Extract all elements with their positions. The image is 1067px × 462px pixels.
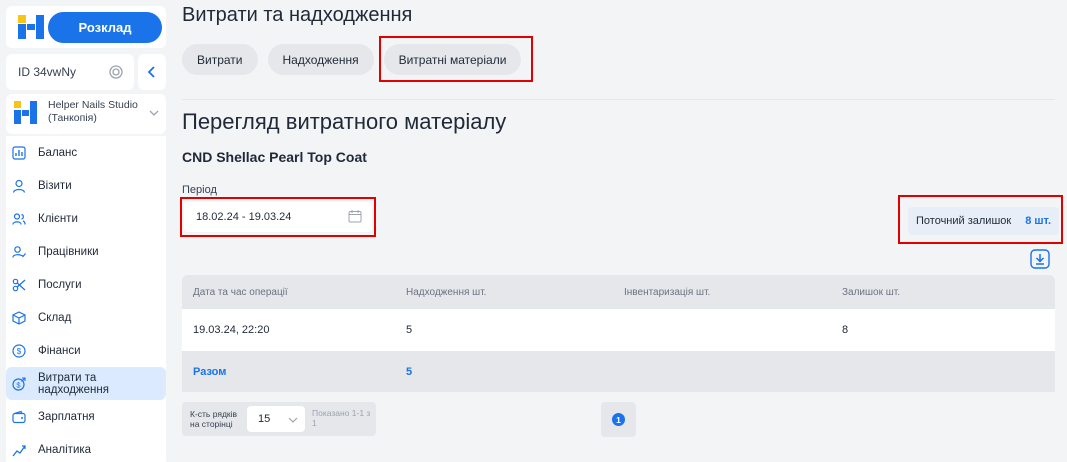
chevron-down-icon (288, 417, 298, 423)
sidebar-item-label: Послуги (38, 278, 82, 291)
sidebar-item-label: Візити (38, 179, 72, 192)
dollar-icon: $ (12, 343, 26, 358)
total-label: Разом (193, 365, 227, 378)
chevron-down-icon (149, 110, 159, 116)
sidebar-item-label: Аналітика (38, 443, 92, 456)
svg-text:$: $ (17, 347, 22, 356)
period-label: Період (182, 184, 217, 196)
sidebar-nav: Баланс Візити Клієнти Працівники Послуги… (6, 136, 166, 462)
sidebar-item-expenses-income[interactable]: $ Витрати та надходження (6, 367, 166, 400)
table-header: Дата та час операції Надходження шт. Інв… (182, 275, 1055, 309)
page-title: Витрати та надходження (182, 4, 413, 26)
page-button-1[interactable]: 1 (601, 402, 636, 437)
box-icon (12, 310, 26, 325)
sidebar-item-visits[interactable]: Візити (6, 169, 166, 202)
studio-name: Helper Nails Studio (Танкопія) (48, 99, 138, 124)
copy-icon[interactable] (108, 64, 124, 80)
svg-text:$: $ (16, 380, 21, 389)
wallet-icon (12, 410, 26, 423)
studio-logo (14, 101, 37, 124)
sidebar-item-salary[interactable]: Зарплатня (6, 400, 166, 433)
column-header: Надходження шт. (406, 286, 487, 298)
table-cell: 19.03.24, 22:20 (193, 324, 270, 336)
table-row: 19.03.24, 22:20 5 8 (182, 309, 1055, 351)
account-id: ID 34vwNy (18, 65, 77, 79)
tab-income[interactable]: Надходження (267, 44, 374, 75)
sidebar-item-label: Склад (38, 311, 72, 324)
section-title: Перегляд витратного матеріалу (182, 109, 507, 134)
rows-per-page-control: К-сть рядків на сторінці 15 Показано 1-1… (182, 402, 376, 436)
sidebar-item-finance[interactable]: $ Фінанси (6, 334, 166, 367)
sidebar-item-warehouse[interactable]: Склад (6, 301, 166, 334)
column-header: Дата та час операції (193, 286, 288, 298)
collapse-sidebar-button[interactable] (138, 54, 166, 90)
schedule-button[interactable]: Розклад (48, 12, 162, 43)
column-header: Залишок шт. (842, 286, 901, 298)
sidebar-item-balance[interactable]: Баланс (6, 136, 166, 169)
table-total-row: Разом 5 (182, 351, 1055, 392)
rows-per-page-value: 15 (258, 413, 271, 425)
sidebar-item-label: Витрати та надходження (38, 371, 109, 396)
account-id-card: ID 34vwNy (6, 54, 134, 90)
scissors-icon (12, 278, 26, 291)
highlight-box-period (180, 197, 376, 237)
sidebar-item-label: Баланс (38, 146, 78, 159)
sidebar: Розклад ID 34vwNy Helper Nails Studio (Т… (0, 0, 168, 462)
material-name: CND Shellac Pearl Top Coat (182, 149, 367, 165)
sidebar-item-label: Працівники (38, 245, 99, 258)
rows-per-page-select[interactable]: 15 (247, 406, 305, 432)
main-content: Витрати та надходження Витрати Надходжен… (168, 0, 1067, 462)
operations-table: Дата та час операції Надходження шт. Інв… (182, 275, 1055, 392)
studio-selector[interactable]: Helper Nails Studio (Танкопія) (6, 94, 166, 134)
rows-per-page-label: К-сть рядків на сторінці (190, 409, 238, 429)
sidebar-item-services[interactable]: Послуги (6, 268, 166, 301)
table-cell: 8 (842, 324, 849, 336)
analytics-icon (12, 444, 26, 456)
divider (182, 99, 1055, 100)
highlight-box-tab (379, 36, 533, 82)
download-icon[interactable] (1030, 249, 1050, 269)
sidebar-item-analytics[interactable]: Аналітика (6, 433, 166, 462)
column-header: Інвентаризація шт. (624, 286, 711, 298)
money-flow-icon: $ (12, 376, 26, 391)
highlight-box-balance (898, 195, 1063, 244)
sidebar-item-employees[interactable]: Працівники (6, 235, 166, 268)
sidebar-item-label: Клієнти (38, 212, 78, 225)
chart-icon (12, 145, 26, 160)
brand-card: Розклад (6, 6, 166, 48)
user-icon (12, 179, 26, 193)
user-check-icon (12, 245, 26, 258)
sidebar-item-clients[interactable]: Клієнти (6, 202, 166, 235)
chevron-left-icon (147, 66, 155, 78)
sidebar-item-label: Зарплатня (38, 410, 95, 423)
total-cell: 5 (406, 365, 413, 378)
tab-expenses[interactable]: Витрати (182, 44, 258, 75)
table-cell: 5 (406, 324, 413, 336)
page-number: 1 (612, 413, 625, 426)
app-logo (18, 15, 44, 39)
sidebar-item-label: Фінанси (38, 344, 81, 357)
shown-count-text: Показано 1-1 з 1 (312, 408, 371, 428)
users-icon (12, 212, 26, 225)
